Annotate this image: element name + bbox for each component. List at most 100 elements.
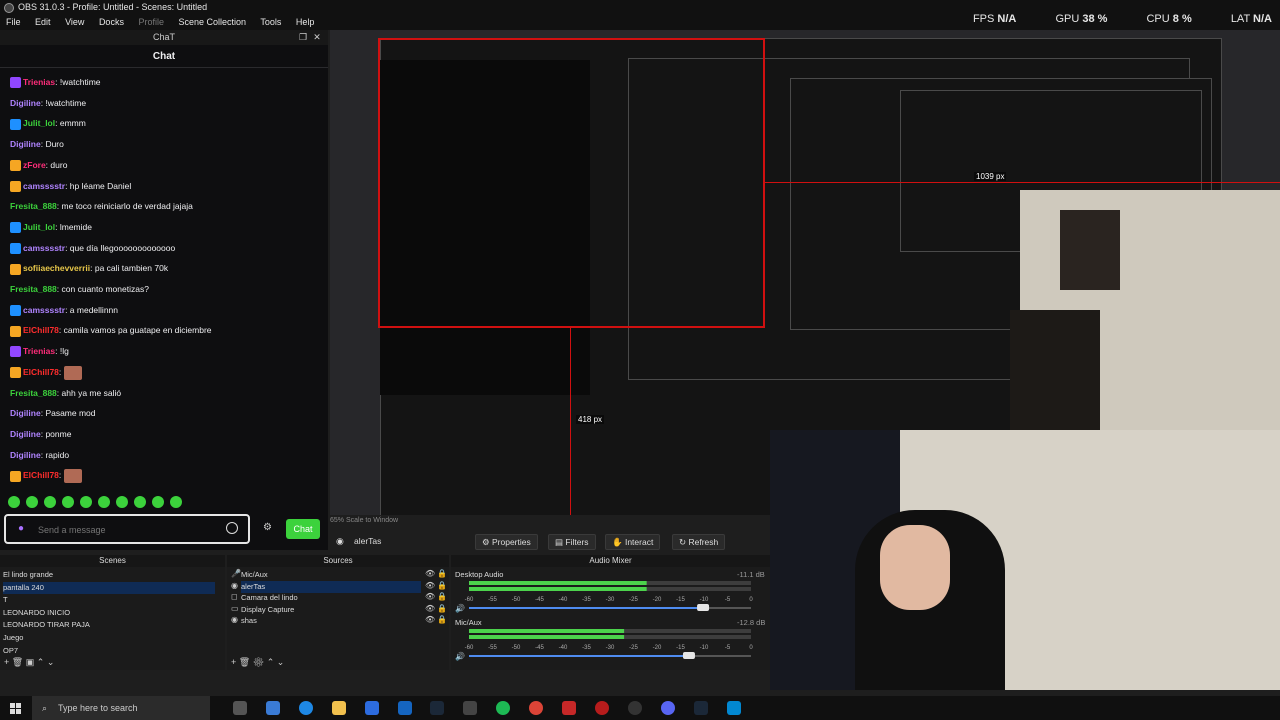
chat-username[interactable]: Digiline (10, 429, 41, 439)
scene-item[interactable]: Juego (3, 632, 23, 644)
obs-icon[interactable] (628, 701, 642, 715)
emote-icon[interactable] (44, 496, 56, 508)
visibility-eye-icon[interactable]: 👁 (425, 604, 435, 613)
menu-edit[interactable]: Edit (35, 17, 51, 27)
emote-icon[interactable] (170, 496, 182, 508)
emote-icon[interactable] (98, 496, 110, 508)
chat-username[interactable]: Digiline (10, 139, 41, 149)
chat-username[interactable]: camsssstr (23, 243, 65, 253)
scene-item[interactable]: pantalla 240 (3, 581, 215, 594)
chat-username[interactable]: camsssstr (23, 181, 65, 191)
volume-fader-track[interactable] (469, 655, 689, 657)
discord-icon[interactable] (661, 701, 675, 715)
lock-icon[interactable]: 🔒 (437, 615, 447, 624)
spotify-icon[interactable] (496, 701, 510, 715)
steam-icon[interactable] (694, 701, 708, 715)
chat-username[interactable]: Fresita_888 (10, 388, 57, 398)
filters-button[interactable]: ▤ Filters (548, 534, 596, 550)
chat-input[interactable] (36, 522, 220, 538)
chat-username[interactable]: camsssstr (23, 305, 65, 315)
undock-icon[interactable]: ❐ (298, 32, 308, 42)
trash-icon[interactable]: 🗑 (239, 657, 250, 667)
emote-icon[interactable] (152, 496, 164, 508)
gear-icon[interactable]: ⚙ (263, 523, 273, 533)
chat-input-box[interactable]: ● (4, 514, 250, 544)
app-icon[interactable] (727, 701, 741, 715)
emote-icon[interactable] (80, 496, 92, 508)
edge-icon[interactable] (299, 701, 313, 715)
visibility-eye-icon[interactable]: 👁 (425, 592, 435, 601)
chat-username[interactable]: Fresita_888 (10, 284, 57, 294)
audio-mixer-meters[interactable]: -60 -55 -50 -45 -40 -35 -30 -25 -20 -15 -10 -5 0🔊-60… (451, 567, 770, 670)
chat-username[interactable]: Digiline (10, 408, 41, 418)
emote-icon[interactable] (8, 496, 20, 508)
chat-username[interactable]: ElChill78 (23, 325, 59, 335)
volume-fader-rest[interactable] (688, 655, 751, 657)
down-icon[interactable]: ⌄ (277, 657, 285, 667)
lock-icon[interactable]: 🔒 (437, 604, 447, 613)
emoji-icon[interactable] (226, 522, 238, 534)
emote-icon[interactable] (134, 496, 146, 508)
refresh-button[interactable]: ↻ Refresh (672, 534, 726, 550)
windows-start-icon[interactable] (10, 702, 22, 714)
file-explorer-icon[interactable] (332, 701, 346, 715)
source-item[interactable]: Display Capture (241, 604, 294, 616)
menu-profile[interactable]: Profile (138, 17, 164, 27)
volume-fader-handle[interactable] (682, 652, 695, 659)
menu-help[interactable]: Help (296, 17, 315, 27)
filter-icon[interactable]: ▣ (26, 657, 35, 667)
interact-button[interactable]: ✋ Interact (605, 534, 661, 550)
store-icon[interactable] (365, 701, 379, 715)
chat-send-button[interactable]: Chat (286, 519, 320, 539)
down-icon[interactable]: ⌄ (47, 657, 55, 667)
volume-fader-track[interactable] (469, 607, 704, 609)
emote-icon[interactable] (26, 496, 38, 508)
scene-item[interactable]: OP7 (3, 645, 18, 657)
app-icon[interactable] (463, 701, 477, 715)
chat-username[interactable]: ElChill78 (23, 367, 59, 377)
emote-icon[interactable] (62, 496, 74, 508)
chrome-icon[interactable] (529, 701, 543, 715)
taskbar-search[interactable]: ⌕ Type here to search (32, 696, 210, 720)
up-icon[interactable]: ⌃ (37, 657, 45, 667)
copilot-icon[interactable] (266, 701, 280, 715)
scene-item[interactable]: T (3, 594, 8, 606)
chat-username[interactable]: zFore (23, 160, 46, 170)
scene-item[interactable]: LEONARDO TIRAR PAJA (3, 619, 90, 631)
source-item[interactable]: Mic/Aux (241, 569, 268, 581)
source-item[interactable]: shas (241, 615, 257, 627)
menu-docks[interactable]: Docks (99, 17, 124, 27)
chat-username[interactable]: ElChill78 (23, 470, 59, 480)
app-icon[interactable] (562, 701, 576, 715)
chat-username[interactable]: Digiline (10, 450, 41, 460)
up-icon[interactable]: ⌃ (267, 657, 275, 667)
visibility-eye-icon[interactable]: 👁 (425, 581, 435, 590)
chat-username[interactable]: Julit_lol (23, 222, 55, 232)
menu-view[interactable]: View (65, 17, 84, 27)
chat-username[interactable]: Digiline (10, 98, 41, 108)
menu-scene-collection[interactable]: Scene Collection (179, 17, 247, 27)
emote-icon[interactable] (116, 496, 128, 508)
chat-username[interactable]: sofiiaechevverrii (23, 263, 90, 273)
outlook-icon[interactable] (398, 701, 412, 715)
add-icon[interactable]: + (231, 657, 236, 667)
lock-icon[interactable]: 🔒 (437, 569, 447, 578)
task-view-icon[interactable] (233, 701, 247, 715)
chat-message-list[interactable]: Trienias: !watchtime Digiline: !watchtime… (0, 74, 328, 494)
chat-username[interactable]: Fresita_888 (10, 201, 57, 211)
menu-file[interactable]: File (6, 17, 21, 27)
lock-icon[interactable]: 🔒 (437, 592, 447, 601)
speaker-icon[interactable]: 🔊 (455, 603, 465, 613)
scene-item[interactable]: El lindo grande (3, 569, 53, 581)
speaker-icon[interactable]: 🔊 (455, 651, 465, 661)
visibility-eye-icon[interactable]: 👁 (425, 615, 435, 624)
trash-icon[interactable]: 🗑 (12, 657, 23, 667)
steam-icon[interactable] (430, 701, 444, 715)
chat-username[interactable]: Trienias (23, 346, 55, 356)
gear-icon[interactable]: ⚙ (253, 657, 264, 667)
scene-item[interactable]: LEONARDO INICIO (3, 607, 70, 619)
volume-fader-handle[interactable] (697, 604, 710, 611)
chat-username[interactable]: Trienias (23, 77, 55, 87)
close-icon[interactable]: ✕ (312, 32, 322, 42)
menu-tools[interactable]: Tools (260, 17, 281, 27)
